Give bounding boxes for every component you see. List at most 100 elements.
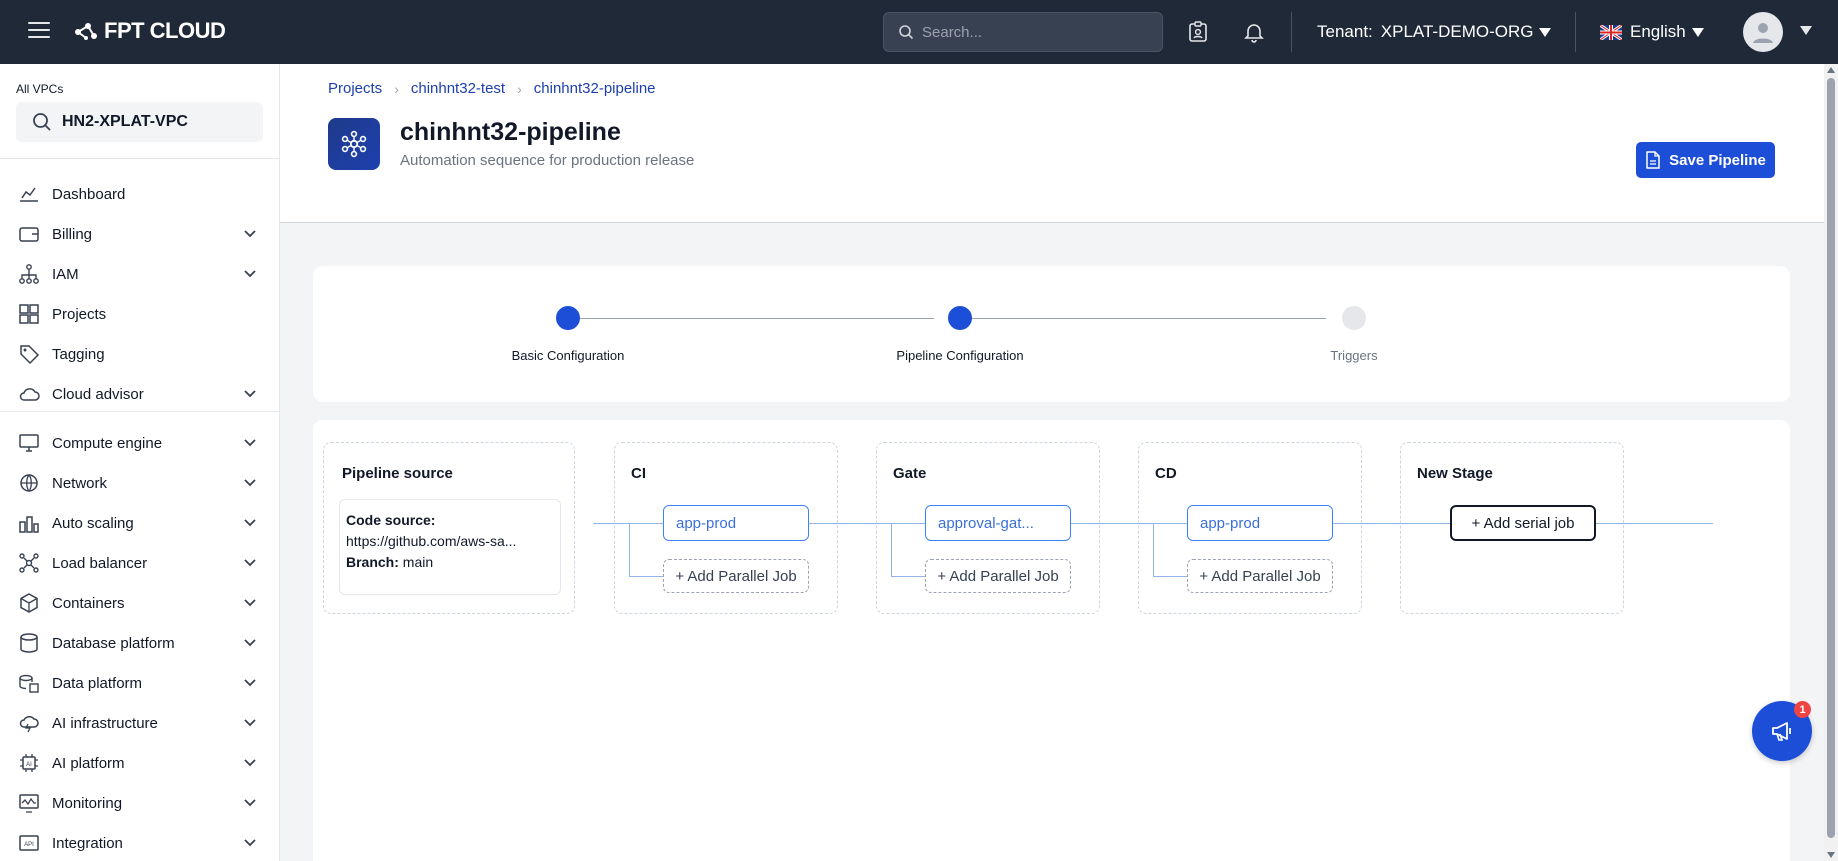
monitor-icon (18, 432, 40, 454)
breadcrumb-project[interactable]: chinhnt32-test (411, 80, 505, 97)
scroll-thumb[interactable] (1827, 78, 1835, 838)
chevron-down-icon[interactable] (243, 516, 257, 530)
sidebar-item-load-balancer[interactable]: Load balancer (0, 543, 279, 583)
tenant-selector[interactable]: Tenant: XPLAT-DEMO-ORG (1317, 22, 1552, 42)
chevron-down-icon[interactable] (243, 796, 257, 810)
stepper: Basic Configuration Pipeline Configurati… (313, 266, 1790, 402)
add-parallel-job-button[interactable]: + Add Parallel Job (925, 559, 1071, 593)
source-box[interactable]: Code source: https://github.com/aws-sa..… (339, 499, 561, 595)
sidebar-item-database-platform[interactable]: Database platform (0, 623, 279, 663)
chevron-down-icon[interactable] (243, 716, 257, 730)
user-icon (1753, 23, 1773, 43)
sidebar-item-ai-infrastructure[interactable]: AI infrastructure (0, 703, 279, 743)
sidebar-item-billing[interactable]: Billing (0, 214, 279, 254)
step-connector (972, 318, 1326, 319)
save-pipeline-label: Save Pipeline (1669, 151, 1766, 169)
scroll-down-icon[interactable] (1827, 852, 1835, 858)
sidebar-item-label: IAM (52, 265, 79, 283)
stage-title: Gate (893, 465, 927, 482)
bar-chart-icon (18, 512, 40, 534)
vpc-selector[interactable]: HN2-XPLAT-VPC (16, 102, 263, 142)
database-icon (18, 632, 40, 654)
step-label-pipeline: Pipeline Configuration (896, 348, 1024, 363)
step-dot-basic[interactable] (556, 306, 580, 330)
search-input[interactable] (922, 23, 1142, 41)
chevron-down-icon[interactable] (243, 596, 257, 610)
data-stack-icon (18, 672, 40, 694)
tenant-label: Tenant: (1317, 22, 1373, 41)
sidebar-item-iam[interactable]: IAM (0, 254, 279, 294)
step-label-basic: Basic Configuration (511, 348, 625, 363)
stage-title: CD (1155, 465, 1177, 482)
job-cd[interactable]: app-prod (1187, 505, 1333, 541)
sidebar-item-projects[interactable]: Projects (0, 294, 279, 334)
language-selector[interactable]: English (1600, 22, 1704, 42)
sidebar-item-label: Network (52, 474, 108, 492)
ai-chip-icon: AI (18, 752, 40, 774)
divider (0, 158, 280, 159)
scrollbar[interactable] (1824, 64, 1838, 861)
monitoring-icon (18, 792, 40, 814)
chevron-right-icon: › (394, 80, 399, 97)
hierarchy-icon (18, 263, 40, 285)
search-box[interactable] (883, 12, 1163, 52)
wallet-icon (18, 223, 40, 245)
brand-name: FPT CLOUD (104, 18, 226, 43)
caret-down-icon (1539, 27, 1552, 37)
sidebar-item-label: Data platform (52, 674, 143, 692)
chevron-down-icon[interactable] (243, 476, 257, 490)
bell-icon[interactable] (1242, 20, 1266, 44)
sidebar-item-compute-engine[interactable]: Compute engine (0, 423, 279, 463)
sidebar-item-dashboard[interactable]: Dashboard (0, 174, 279, 214)
sidebar-item-network[interactable]: Network (0, 463, 279, 503)
caret-down-icon[interactable] (1800, 26, 1812, 35)
top-bar: FPT CLOUD Tenant: XPLAT-DEMO-ORG English (0, 0, 1838, 64)
divider (1575, 12, 1576, 52)
sidebar-item-cloud-advisor[interactable]: Cloud advisor (0, 374, 279, 414)
page-title: chinhnt32-pipeline (400, 118, 621, 146)
brand-logo[interactable]: FPT CLOUD (72, 18, 226, 44)
job-ci[interactable]: app-prod (663, 505, 809, 541)
chevron-down-icon[interactable] (243, 387, 257, 401)
chevron-down-icon[interactable] (243, 636, 257, 650)
branch-connector (1153, 576, 1187, 577)
avatar[interactable] (1743, 12, 1783, 52)
save-pipeline-button[interactable]: Save Pipeline (1636, 142, 1775, 178)
breadcrumb-projects[interactable]: Projects (328, 80, 382, 97)
cube-icon (18, 592, 40, 614)
chevron-down-icon[interactable] (243, 676, 257, 690)
add-serial-job-button[interactable]: + Add serial job (1450, 505, 1596, 541)
scroll-up-icon[interactable] (1827, 67, 1835, 73)
add-parallel-job-button[interactable]: + Add Parallel Job (1187, 559, 1333, 593)
clipboard-user-icon[interactable] (1186, 20, 1210, 44)
sidebar-item-integration[interactable]: API Integration (0, 823, 279, 861)
sidebar-item-ai-platform[interactable]: AI AI platform (0, 743, 279, 783)
chevron-right-icon: › (517, 80, 522, 97)
network-nodes-icon (18, 552, 40, 574)
search-icon (899, 25, 914, 40)
step-dot-triggers[interactable] (1342, 306, 1366, 330)
stage-title: New Stage (1417, 465, 1493, 482)
sidebar-item-tagging[interactable]: Tagging (0, 334, 279, 374)
chevron-down-icon[interactable] (243, 836, 257, 850)
add-parallel-job-button[interactable]: + Add Parallel Job (663, 559, 809, 593)
chevron-down-icon[interactable] (243, 436, 257, 450)
sidebar-item-label: Monitoring (52, 794, 123, 812)
chevron-down-icon[interactable] (243, 267, 257, 281)
sidebar-item-label: AI platform (52, 754, 125, 772)
chevron-down-icon[interactable] (243, 556, 257, 570)
stage-title: Pipeline source (342, 465, 453, 482)
page-subtitle: Automation sequence for production relea… (400, 152, 695, 169)
sidebar-item-label: Cloud advisor (52, 385, 144, 403)
job-gate[interactable]: approval-gat... (925, 505, 1071, 541)
breadcrumb-pipeline[interactable]: chinhnt32-pipeline (534, 80, 656, 97)
sidebar-item-data-platform[interactable]: Data platform (0, 663, 279, 703)
menu-icon[interactable] (28, 22, 50, 40)
chevron-down-icon[interactable] (243, 756, 257, 770)
sidebar-item-monitoring[interactable]: Monitoring (0, 783, 279, 823)
chevron-down-icon[interactable] (243, 227, 257, 241)
step-dot-pipeline[interactable] (948, 306, 972, 330)
sidebar-item-containers[interactable]: Containers (0, 583, 279, 623)
branch-connector (891, 523, 892, 576)
sidebar-item-auto-scaling[interactable]: Auto scaling (0, 503, 279, 543)
